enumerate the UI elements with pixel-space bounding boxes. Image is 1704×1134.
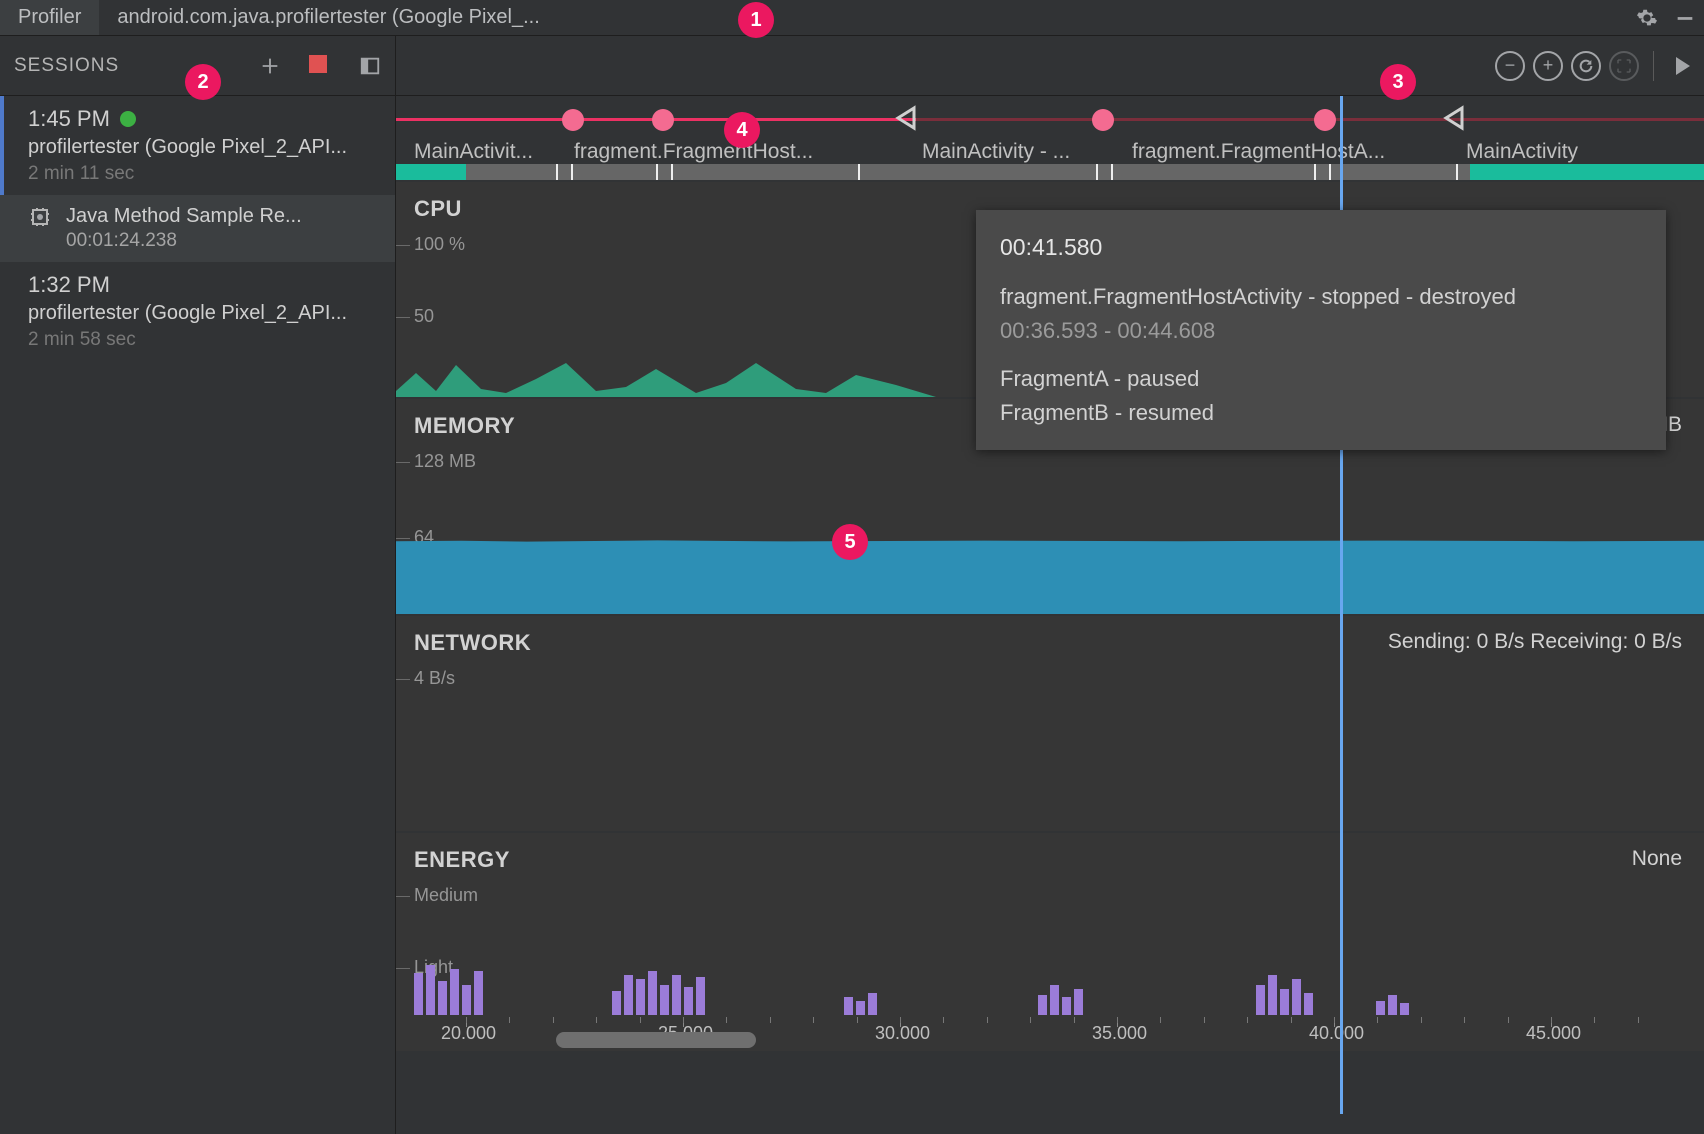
sessions-sidebar: SESSIONS 1:45 PM profilertester (Google … xyxy=(0,36,396,1134)
energy-sparkline xyxy=(396,955,1704,1015)
session-item[interactable]: 1:45 PM profilertester (Google Pixel_2_A… xyxy=(0,96,395,195)
gear-icon[interactable] xyxy=(1636,7,1658,29)
session-item[interactable]: 1:32 PM profilertester (Google Pixel_2_A… xyxy=(0,262,395,361)
tooltip-fragment-line: FragmentB - resumed xyxy=(1000,396,1642,430)
horizontal-scroll-thumb[interactable] xyxy=(556,1032,756,1048)
lifecycle-event-icon xyxy=(562,109,584,131)
back-event-icon xyxy=(1440,104,1468,138)
energy-panel[interactable]: ENERGY None Medium Light xyxy=(396,833,1704,1051)
timeline-minimap[interactable] xyxy=(396,164,1704,180)
memory-sparkline xyxy=(396,542,1704,614)
activity-lifecycle-row[interactable]: MainActivit... fragment.FragmentHost... … xyxy=(396,104,1704,164)
session-time: 1:45 PM xyxy=(28,106,110,132)
axis-label: 128 MB xyxy=(414,451,476,472)
tooltip-activity-line: fragment.FragmentHostActivity - stopped … xyxy=(1000,280,1642,314)
live-indicator-icon xyxy=(120,111,136,127)
activity-label: MainActivit... xyxy=(414,140,574,164)
energy-readout: None xyxy=(1632,847,1682,871)
activity-label: fragment.FragmentHostA... xyxy=(1132,140,1466,164)
cpu-recording-icon xyxy=(28,205,52,235)
add-session-icon[interactable] xyxy=(259,55,281,77)
time-tick: 35.000 xyxy=(1092,1023,1147,1044)
back-event-icon xyxy=(892,104,920,138)
session-duration: 2 min 11 sec xyxy=(28,163,377,185)
zoom-in-button[interactable]: + xyxy=(1533,51,1563,81)
axis-label: Medium xyxy=(414,885,478,906)
axis-label: 4 B/s xyxy=(414,668,455,689)
stop-recording-icon[interactable] xyxy=(309,55,331,77)
profiler-tab[interactable]: Profiler xyxy=(0,0,99,35)
session-duration: 2 min 58 sec xyxy=(28,329,377,351)
callout-badge-4: 4 xyxy=(724,112,760,148)
time-tick: 20.000 xyxy=(441,1023,496,1044)
reset-zoom-button[interactable] xyxy=(1571,51,1601,81)
lifecycle-event-icon xyxy=(652,109,674,131)
lifecycle-event-icon xyxy=(1092,109,1114,131)
zoom-to-selection-button[interactable] xyxy=(1609,51,1639,81)
tooltip-range: 00:36.593 - 00:44.608 xyxy=(1000,314,1642,348)
lifecycle-tooltip: 00:41.580 fragment.FragmentHostActivity … xyxy=(976,210,1666,450)
tooltip-timestamp: 00:41.580 xyxy=(1000,230,1642,266)
lifecycle-event-icon xyxy=(1314,109,1336,131)
network-readout: Sending: 0 B/s Receiving: 0 B/s xyxy=(1388,630,1682,654)
panel-title: ENERGY xyxy=(396,833,1704,873)
time-ruler[interactable]: 20.000 25.000 30.000 35.000 40.000 45.00… xyxy=(396,1017,1704,1051)
recording-title: Java Method Sample Re... xyxy=(66,205,376,228)
callout-badge-3: 3 xyxy=(1380,64,1416,100)
time-tick: 40.000 xyxy=(1309,1023,1364,1044)
sessions-heading: SESSIONS xyxy=(14,55,119,77)
tooltip-fragment-line: FragmentA - paused xyxy=(1000,362,1642,396)
process-dropdown[interactable]: android.com.java.profilertester (Google … xyxy=(99,0,557,35)
time-tick: 45.000 xyxy=(1526,1023,1581,1044)
callout-badge-5: 5 xyxy=(832,524,868,560)
callout-badge-1: 1 xyxy=(738,2,774,38)
minimize-icon[interactable] xyxy=(1674,7,1696,29)
recording-item[interactable]: Java Method Sample Re... 00:01:24.238 xyxy=(0,195,395,262)
callout-badge-2: 2 xyxy=(185,64,221,100)
time-tick: 30.000 xyxy=(875,1023,930,1044)
session-time: 1:32 PM xyxy=(28,272,110,298)
timeline-toolbar: − + xyxy=(396,36,1704,96)
network-panel[interactable]: NETWORK Sending: 0 B/s Receiving: 0 B/s … xyxy=(396,616,1704,831)
window-titlebar: Profiler android.com.java.profilertester… xyxy=(0,0,1704,36)
activity-label: MainActivity xyxy=(1466,140,1578,164)
recording-time: 00:01:24.238 xyxy=(66,230,376,252)
session-name: profilertester (Google Pixel_2_API... xyxy=(28,136,377,159)
timeline-area: − + xyxy=(396,36,1704,1134)
activity-label: MainActivity - ... xyxy=(922,140,1132,164)
jump-to-live-button[interactable] xyxy=(1668,57,1690,75)
session-name: profilertester (Google Pixel_2_API... xyxy=(28,302,377,325)
axis-label: 50 xyxy=(414,306,434,327)
zoom-out-button[interactable]: − xyxy=(1495,51,1525,81)
expand-sessions-icon[interactable] xyxy=(359,55,381,77)
axis-label: 100 % xyxy=(414,234,465,255)
